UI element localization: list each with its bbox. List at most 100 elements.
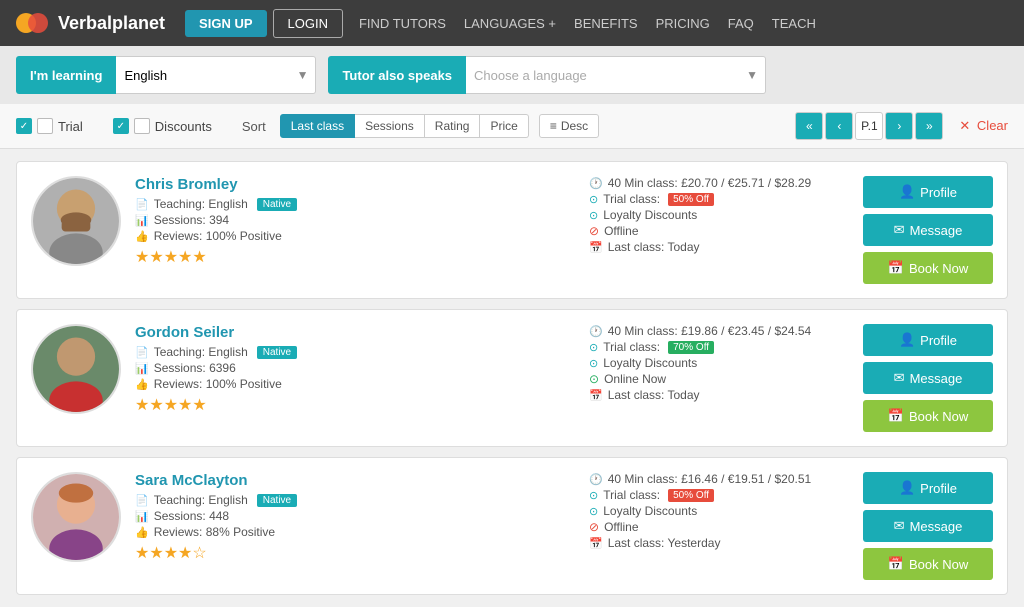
- tutor-teaching-label: Teaching: English: [154, 197, 248, 211]
- tutor-stars: ★★★★☆: [135, 543, 575, 563]
- loyalty-text: Loyalty Discounts: [603, 208, 697, 222]
- trial-label: Trial: [58, 119, 83, 134]
- tutor-name: Gordon Seiler: [135, 324, 575, 341]
- nav-link-teach[interactable]: TEACH: [772, 16, 816, 31]
- book-icon: 📅: [888, 408, 904, 424]
- tutor-price: 40 Min class: £19.86 / €23.45 / $24.54: [608, 324, 811, 338]
- status-row: ⊙ Online Now: [589, 372, 849, 386]
- page-current-button[interactable]: P.1: [855, 112, 883, 140]
- price-icon: 🕐: [589, 325, 603, 338]
- discounts-checkbox-empty[interactable]: [134, 118, 150, 134]
- message-button[interactable]: ✉ Message: [863, 214, 993, 246]
- nav-link-findtutors[interactable]: FIND TUTORS: [359, 16, 446, 31]
- learning-select-wrapper: English Spanish French ▼: [116, 56, 316, 94]
- logo-icon: [16, 9, 52, 37]
- tutor-sessions: Sessions: 394: [154, 213, 229, 227]
- page-prev-button[interactable]: ‹: [825, 112, 853, 140]
- offline-icon: ⊘: [589, 520, 599, 534]
- discounts-filter-group: ✓ Discounts: [113, 118, 212, 134]
- trial-check-icon: ⊙: [589, 341, 598, 354]
- tutor-name: Sara McClayton: [135, 472, 575, 489]
- loyalty-icon: ⊙: [589, 357, 598, 370]
- sort-price-button[interactable]: Price: [480, 114, 528, 138]
- nav-link-languages[interactable]: LANGUAGES +: [464, 16, 556, 31]
- tutor-card: Gordon Seiler 📄 Teaching: English Native…: [16, 309, 1008, 447]
- login-button[interactable]: LOGIN: [273, 9, 343, 38]
- message-label: Message: [910, 519, 963, 534]
- page-last-button[interactable]: »: [915, 112, 943, 140]
- sessions-icon: 📊: [135, 214, 149, 227]
- tutor-teaching-row: 📄 Teaching: English Native: [135, 197, 575, 211]
- page-next-button[interactable]: ›: [885, 112, 913, 140]
- book-label: Book Now: [909, 409, 968, 424]
- price-row: 🕐 40 Min class: £16.46 / €19.51 / $20.51: [589, 472, 849, 486]
- loyalty-icon: ⊙: [589, 505, 598, 518]
- tutor-speaks-select-wrapper: Choose a language English Spanish French…: [466, 56, 766, 94]
- tutor-sessions: Sessions: 6396: [154, 361, 236, 375]
- sort-label: Sort: [242, 119, 266, 134]
- teaching-icon: 📄: [135, 346, 149, 359]
- nav-link-faq[interactable]: FAQ: [728, 16, 754, 31]
- trial-checkbox-empty[interactable]: [37, 118, 53, 134]
- nav-links: FIND TUTORS LANGUAGES + BENEFITS PRICING FAQ…: [359, 16, 816, 31]
- message-button[interactable]: ✉ Message: [863, 362, 993, 394]
- filter-bar: ✓ Trial ✓ Discounts Sort Last class Sess…: [0, 104, 1024, 149]
- sort-lastclass-button[interactable]: Last class: [280, 114, 355, 138]
- desc-button[interactable]: ≡ Desc: [539, 114, 599, 138]
- trial-check-icon: ⊙: [589, 193, 598, 206]
- tutor-reviews: Reviews: 88% Positive: [154, 525, 275, 539]
- loyalty-text: Loyalty Discounts: [603, 356, 697, 370]
- trial-checkbox[interactable]: ✓: [16, 118, 32, 134]
- book-button[interactable]: 📅 Book Now: [863, 548, 993, 580]
- native-badge: Native: [257, 346, 297, 359]
- discounts-checkbox[interactable]: ✓: [113, 118, 129, 134]
- lastclass-text: Last class: Yesterday: [608, 536, 721, 550]
- profile-button[interactable]: 👤 Profile: [863, 324, 993, 356]
- lastclass-row: 📅 Last class: Today: [589, 388, 849, 402]
- tutor-speaks-select[interactable]: Choose a language English Spanish French: [466, 56, 766, 94]
- tutor-teaching-row: 📄 Teaching: English Native: [135, 345, 575, 359]
- trial-text: Trial class:: [603, 488, 660, 502]
- clear-label: Clear: [977, 118, 1008, 133]
- profile-icon: 👤: [899, 332, 915, 348]
- learning-label: I'm learning: [16, 56, 116, 94]
- tutor-reviews-row: 👍 Reviews: 100% Positive: [135, 377, 575, 391]
- tutor-details: 🕐 40 Min class: £20.70 / €25.71 / $28.29…: [589, 176, 849, 284]
- clear-button[interactable]: ✕ Clear: [959, 118, 1008, 134]
- profile-label: Profile: [920, 333, 957, 348]
- profile-button[interactable]: 👤 Profile: [863, 176, 993, 208]
- nav-link-pricing[interactable]: PRICING: [656, 16, 710, 31]
- reviews-icon: 👍: [135, 526, 149, 539]
- nav-link-benefits[interactable]: BENEFITS: [574, 16, 638, 31]
- message-button[interactable]: ✉ Message: [863, 510, 993, 542]
- offline-icon: ⊘: [589, 224, 599, 238]
- page-first-button[interactable]: «: [795, 112, 823, 140]
- trial-row: ⊙ Trial class: 50% Off: [589, 488, 849, 502]
- book-icon: 📅: [888, 556, 904, 572]
- lastclass-icon: 📅: [589, 389, 603, 402]
- profile-label: Profile: [920, 185, 957, 200]
- sort-rating-button[interactable]: Rating: [425, 114, 481, 138]
- tutor-avatar: [31, 324, 121, 414]
- tutor-teaching-row: 📄 Teaching: English Native: [135, 493, 575, 507]
- lastclass-row: 📅 Last class: Yesterday: [589, 536, 849, 550]
- tutor-meta: 📄 Teaching: English Native 📊 Sessions: 3…: [135, 197, 575, 243]
- book-button[interactable]: 📅 Book Now: [863, 252, 993, 284]
- price-icon: 🕐: [589, 177, 603, 190]
- tutor-teaching-label: Teaching: English: [154, 493, 248, 507]
- loyalty-icon: ⊙: [589, 209, 598, 222]
- reviews-icon: 👍: [135, 378, 149, 391]
- tutor-speaks-label: Tutor also speaks: [328, 56, 466, 94]
- tutor-sessions-row: 📊 Sessions: 448: [135, 509, 575, 523]
- tutor-info: Sara McClayton 📄 Teaching: English Nativ…: [135, 472, 575, 580]
- learning-select[interactable]: English Spanish French: [116, 56, 316, 94]
- message-label: Message: [910, 371, 963, 386]
- lastclass-icon: 📅: [589, 241, 603, 254]
- profile-button[interactable]: 👤 Profile: [863, 472, 993, 504]
- status-row: ⊘ Offline: [589, 520, 849, 534]
- signup-button[interactable]: SIGN UP: [185, 10, 266, 37]
- search-bar: I'm learning English Spanish French ▼ Tu…: [0, 46, 1024, 104]
- sort-sessions-button[interactable]: Sessions: [355, 114, 425, 138]
- sort-buttons: Last class Sessions Rating Price: [280, 114, 529, 138]
- book-button[interactable]: 📅 Book Now: [863, 400, 993, 432]
